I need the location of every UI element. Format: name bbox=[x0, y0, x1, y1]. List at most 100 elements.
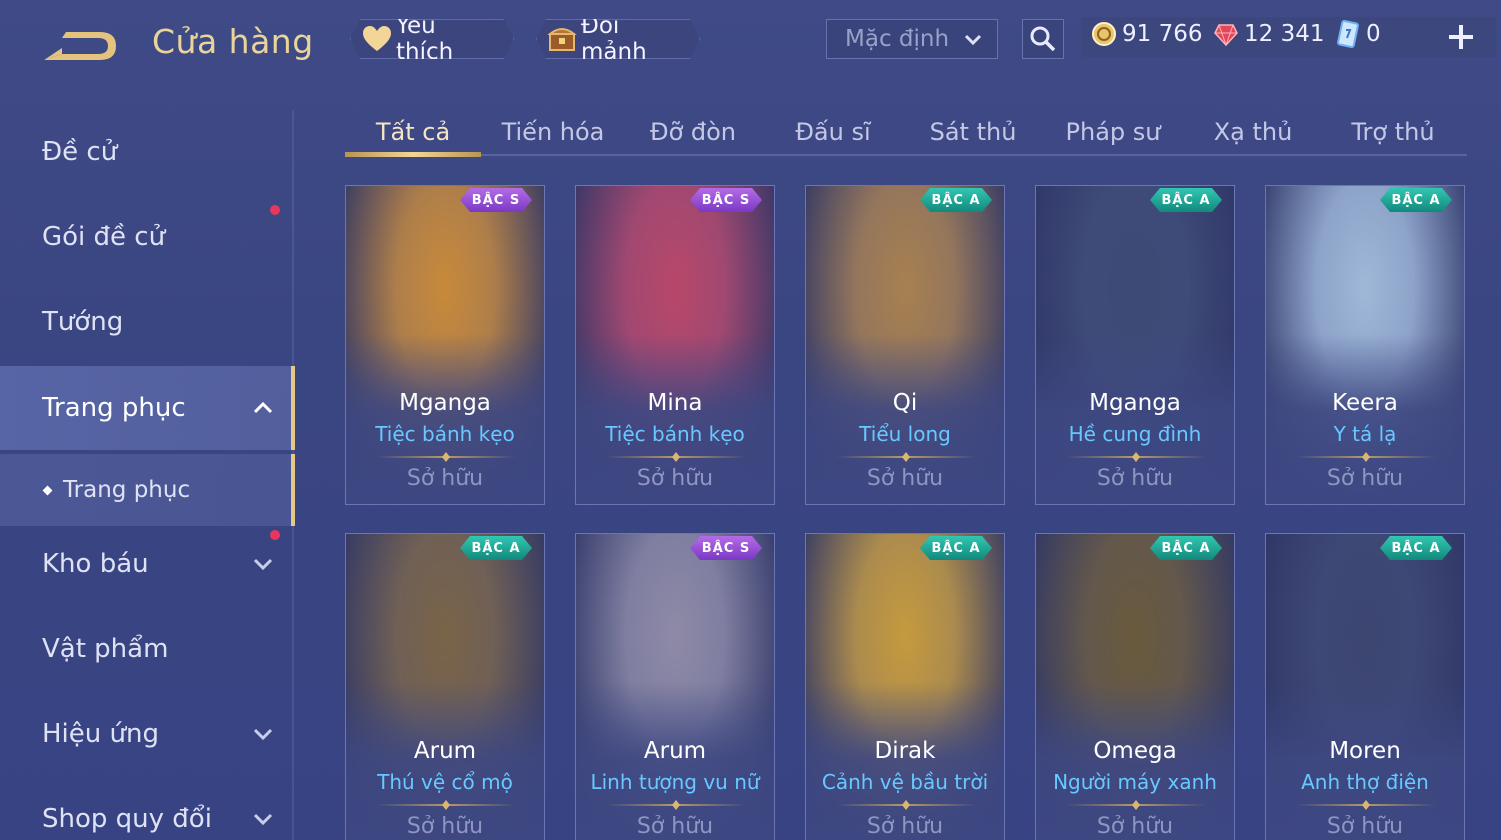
sidebar-item-label: Trang phục bbox=[63, 477, 191, 503]
skin-name: Hề cung đình bbox=[1068, 422, 1202, 446]
hero-name: Qi bbox=[892, 390, 918, 416]
sidebar-item-heroes[interactable]: Tướng bbox=[0, 280, 292, 364]
skin-name: Anh thợ điện bbox=[1301, 770, 1429, 794]
voucher-amount: 0 bbox=[1366, 21, 1381, 47]
skin-name: Cảnh vệ bầu trời bbox=[821, 770, 989, 794]
tab-fighter[interactable]: Đấu sĩ bbox=[765, 112, 901, 152]
skin-name: Người máy xanh bbox=[1053, 770, 1217, 794]
hero-name: Dirak bbox=[874, 738, 936, 764]
category-tabs: Tất cả Tiến hóa Đỡ đòn Đấu sĩ Sát thủ Ph… bbox=[345, 100, 1467, 158]
treasure-chest-icon bbox=[547, 23, 577, 55]
favorites-label: Yêu thích bbox=[396, 13, 454, 65]
gem-balance: 12 341 bbox=[1212, 20, 1324, 48]
back-arrow-icon[interactable] bbox=[40, 24, 120, 66]
sort-dropdown[interactable]: Mặc định bbox=[826, 19, 998, 59]
search-button[interactable] bbox=[1022, 19, 1064, 59]
gem-amount: 12 341 bbox=[1244, 21, 1325, 47]
favorites-button[interactable]: Yêu thích bbox=[350, 19, 514, 59]
sidebar-item-recommended[interactable]: Đề cử bbox=[0, 110, 292, 194]
heart-icon bbox=[361, 23, 392, 55]
exchange-fragments-button[interactable]: Đổi mảnh bbox=[536, 19, 700, 59]
tab-evolution[interactable]: Tiến hóa bbox=[485, 112, 621, 152]
hero-name: Mganga bbox=[399, 390, 491, 416]
skin-name: Linh tượng vu nữ bbox=[590, 770, 760, 794]
gold-coin-icon bbox=[1090, 20, 1118, 48]
tier-badge: BẬC A bbox=[920, 536, 992, 560]
tier-badge: BẬC S bbox=[460, 188, 532, 212]
tab-assassin[interactable]: Sát thủ bbox=[905, 112, 1041, 152]
sidebar-item-items[interactable]: Vật phẩm bbox=[0, 607, 292, 691]
tier-badge: BẬC A bbox=[1380, 188, 1452, 212]
tab-support[interactable]: Trợ thủ bbox=[1325, 112, 1461, 152]
tier-badge: BẬC S bbox=[690, 188, 762, 212]
sidebar: Đề cử Gói đề cử Tướng Trang phục Trang p… bbox=[0, 110, 295, 840]
tier-badge: BẬC A bbox=[920, 188, 992, 212]
skin-name: Tiểu long bbox=[859, 422, 951, 446]
sidebar-item-skins[interactable]: Trang phục bbox=[0, 366, 295, 450]
sidebar-item-label: Hiệu ứng bbox=[42, 719, 159, 749]
skin-card[interactable]: BẬC S Mganga Tiệc bánh kẹo Sở hữu bbox=[345, 185, 545, 505]
chevron-down-icon bbox=[253, 558, 273, 571]
chevron-down-icon bbox=[964, 34, 982, 46]
hero-name: Moren bbox=[1329, 738, 1401, 764]
notification-dot bbox=[270, 205, 280, 215]
tier-badge: BẬC A bbox=[1150, 536, 1222, 560]
skin-grid: BẬC S Mganga Tiệc bánh kẹo Sở hữu BẬC S Mina T… bbox=[345, 185, 1467, 840]
skin-card[interactable]: BẬC A Dirak Cảnh vệ bầu trời Sở hữu bbox=[805, 533, 1005, 840]
skin-card[interactable]: BẬC S Arum Linh tượng vu nữ Sở hữu bbox=[575, 533, 775, 840]
skin-card[interactable]: BẬC A Omega Người máy xanh Sở hữu bbox=[1035, 533, 1235, 840]
bullet-icon bbox=[42, 485, 53, 495]
ownership-status: Sở hữu bbox=[1326, 466, 1404, 491]
sidebar-item-label: Gói đề cử bbox=[42, 222, 166, 252]
add-currency-icon[interactable] bbox=[1444, 20, 1478, 54]
hero-name: Omega bbox=[1093, 738, 1177, 764]
voucher-balance: 0 bbox=[1334, 20, 1381, 48]
sidebar-item-recommended-bundles[interactable]: Gói đề cử bbox=[0, 195, 292, 279]
tab-tank[interactable]: Đỡ đòn bbox=[625, 112, 761, 152]
sort-value: Mặc định bbox=[845, 26, 950, 52]
tier-badge: BẬC S bbox=[690, 536, 762, 560]
hero-name: Keera bbox=[1332, 390, 1398, 416]
skin-card[interactable]: BẬC S Mina Tiệc bánh kẹo Sở hữu bbox=[575, 185, 775, 505]
ownership-status: Sở hữu bbox=[1326, 814, 1404, 839]
chevron-up-icon bbox=[253, 401, 273, 414]
sidebar-item-effects[interactable]: Hiệu ứng bbox=[0, 692, 292, 776]
red-gem-icon bbox=[1212, 20, 1240, 48]
skin-card[interactable]: BẬC A Arum Thú vệ cổ mộ Sở hữu bbox=[345, 533, 545, 840]
skin-name: Y tá lạ bbox=[1333, 422, 1397, 446]
tier-badge: BẬC A bbox=[460, 536, 532, 560]
notification-dot bbox=[270, 530, 280, 540]
hero-name: Arum bbox=[413, 738, 477, 764]
ownership-status: Sở hữu bbox=[866, 466, 944, 491]
ownership-status: Sở hữu bbox=[636, 466, 714, 491]
ownership-status: Sở hữu bbox=[406, 466, 484, 491]
gold-amount: 91 766 bbox=[1122, 21, 1203, 47]
ownership-status: Sở hữu bbox=[406, 814, 484, 839]
skin-card[interactable]: BẬC A Keera Y tá lạ Sở hữu bbox=[1265, 185, 1465, 505]
tab-marksman[interactable]: Xạ thủ bbox=[1185, 112, 1321, 152]
gold-balance: 91 766 bbox=[1090, 20, 1202, 48]
active-tab-indicator bbox=[345, 152, 481, 157]
tab-mage[interactable]: Pháp sư bbox=[1045, 112, 1181, 152]
skin-card[interactable]: BẬC A Moren Anh thợ điện Sở hữu bbox=[1265, 533, 1465, 840]
skin-card[interactable]: BẬC A Mganga Hề cung đình Sở hữu bbox=[1035, 185, 1235, 505]
voucher-card-icon bbox=[1334, 20, 1362, 48]
sidebar-item-label: Kho báu bbox=[42, 549, 149, 579]
hero-name: Arum bbox=[643, 738, 707, 764]
tier-badge: BẬC A bbox=[1150, 188, 1222, 212]
hero-name: Mganga bbox=[1089, 390, 1181, 416]
sidebar-item-treasure[interactable]: Kho báu bbox=[0, 522, 292, 606]
tab-all[interactable]: Tất cả bbox=[345, 112, 481, 152]
sidebar-subitem-skins[interactable]: Trang phục bbox=[0, 454, 295, 526]
sidebar-item-label: Tướng bbox=[42, 307, 124, 337]
skin-name: Tiệc bánh kẹo bbox=[605, 422, 745, 446]
ownership-status: Sở hữu bbox=[636, 814, 714, 839]
sidebar-item-label: Shop quy đổi bbox=[42, 804, 212, 834]
ownership-status: Sở hữu bbox=[866, 814, 944, 839]
skin-card[interactable]: BẬC A Qi Tiểu long Sở hữu bbox=[805, 185, 1005, 505]
tier-badge: BẬC A bbox=[1380, 536, 1452, 560]
sidebar-item-label: Vật phẩm bbox=[42, 634, 169, 664]
sidebar-item-exchange-shop[interactable]: Shop quy đổi bbox=[0, 777, 292, 840]
hero-name: Mina bbox=[647, 390, 703, 416]
chevron-down-icon bbox=[253, 728, 273, 741]
